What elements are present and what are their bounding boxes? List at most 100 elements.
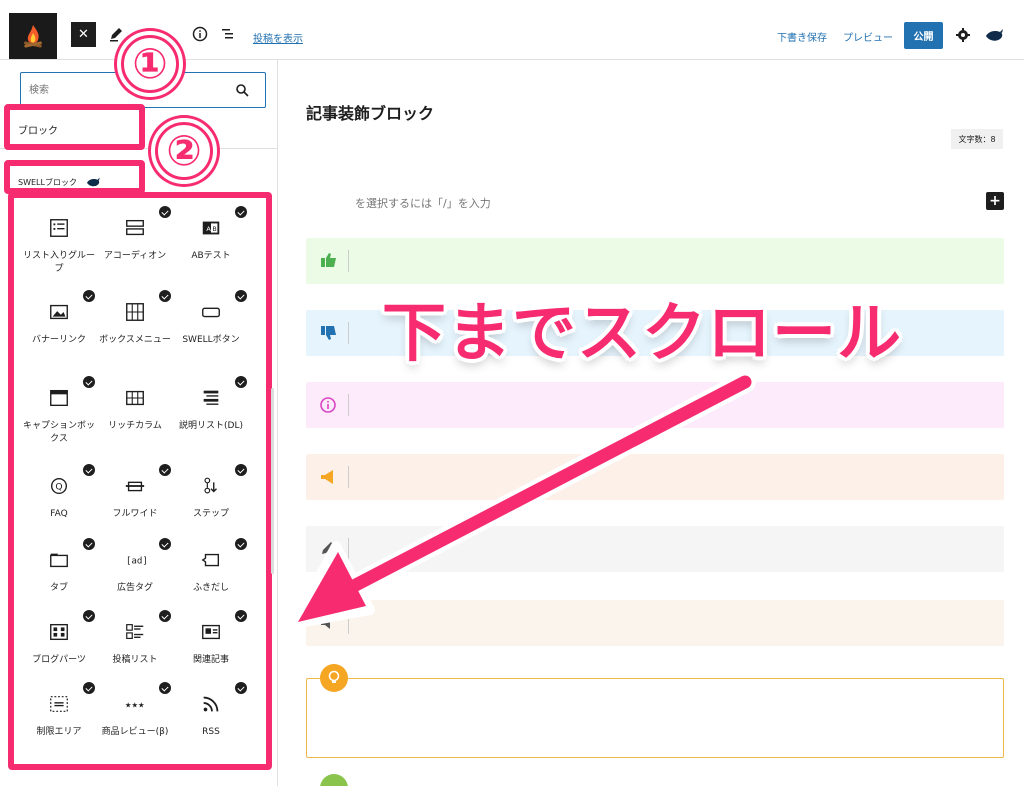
add-block-button[interactable]: + bbox=[986, 192, 1004, 210]
settings-gear-icon[interactable] bbox=[952, 24, 974, 46]
swell-badge-icon bbox=[159, 538, 171, 550]
swell-badge-icon bbox=[83, 464, 95, 476]
block-item[interactable]: RSS bbox=[172, 680, 250, 756]
block-item[interactable]: 投稿リスト bbox=[96, 608, 174, 684]
decorated-content-block[interactable] bbox=[306, 238, 1004, 284]
block-item-label: キャプションボックス bbox=[22, 421, 95, 444]
definition-list-icon bbox=[199, 386, 223, 410]
list-view-icon[interactable] bbox=[216, 22, 240, 46]
restricted-area-icon bbox=[47, 692, 71, 716]
swell-badge-icon bbox=[235, 682, 247, 694]
block-item[interactable]: タブ bbox=[20, 536, 98, 612]
related-post-icon bbox=[199, 620, 223, 644]
block-item[interactable]: ステップ bbox=[172, 462, 250, 538]
post-list-icon bbox=[123, 620, 147, 644]
character-count-badge: 文字数：8 bbox=[951, 129, 1003, 149]
block-separator bbox=[348, 322, 349, 344]
block-item-label: ABテスト bbox=[191, 251, 231, 261]
block-item-label: ステップ bbox=[192, 509, 229, 519]
ab-test-icon: AB bbox=[199, 216, 223, 240]
block-item[interactable]: フルワイド bbox=[96, 462, 174, 538]
preview-button[interactable]: プレビュー bbox=[843, 29, 893, 44]
swell-badge-icon bbox=[83, 610, 95, 622]
close-inserter-button[interactable]: ✕ bbox=[71, 22, 96, 47]
editor-screen: ✕ 投稿を表示 下書き保存 プレビュー 公開 ブロック SWELLブロック bbox=[0, 0, 1024, 786]
block-item[interactable]: リッチカラム bbox=[96, 374, 174, 450]
svg-text:★★★: ★★★ bbox=[125, 701, 145, 710]
info-icon[interactable] bbox=[188, 22, 212, 46]
block-item[interactable]: バナーリンク bbox=[20, 288, 98, 364]
swell-badge-icon bbox=[159, 206, 171, 218]
hint-block[interactable] bbox=[306, 678, 1004, 758]
tab-blocks[interactable]: ブロック bbox=[18, 122, 58, 137]
image-icon bbox=[47, 300, 71, 324]
thumbs-up-icon bbox=[318, 251, 338, 271]
block-item[interactable]: Q FAQ bbox=[20, 462, 98, 538]
block-separator bbox=[348, 250, 349, 272]
block-item[interactable]: ふきだし bbox=[172, 536, 250, 612]
block-item[interactable]: ブログパーツ bbox=[20, 608, 98, 684]
swell-badge-icon bbox=[83, 538, 95, 550]
block-item-label: 説明リスト(DL) bbox=[179, 421, 243, 431]
block-item-label: タブ bbox=[49, 583, 68, 593]
columns-icon bbox=[123, 386, 147, 410]
save-draft-button[interactable]: 下書き保存 bbox=[777, 29, 827, 44]
block-item[interactable]: 制限エリア bbox=[20, 680, 98, 756]
box-menu-icon bbox=[123, 300, 147, 324]
view-post-link[interactable]: 投稿を表示 bbox=[253, 30, 303, 45]
block-item[interactable]: ★★★ 商品レビュー(β) bbox=[96, 680, 174, 756]
faq-icon: Q bbox=[47, 474, 71, 498]
swell-logo-icon[interactable] bbox=[982, 24, 1006, 46]
block-item-label: SWELLボタン bbox=[182, 335, 240, 345]
post-title[interactable]: 記事装飾ブロック bbox=[306, 100, 434, 124]
annotation-number-1: ① bbox=[117, 31, 183, 97]
swell-logo-icon bbox=[86, 177, 100, 187]
annotation-number-2: ② bbox=[151, 118, 217, 184]
swell-badge-icon bbox=[235, 290, 247, 302]
scroll-direction-arrow bbox=[289, 371, 756, 629]
swell-badge-icon bbox=[235, 464, 247, 476]
button-icon bbox=[199, 300, 223, 324]
block-item[interactable]: [ad] 広告タグ bbox=[96, 536, 174, 612]
block-item[interactable]: キャプションボックス bbox=[20, 374, 98, 450]
publish-button[interactable]: 公開 bbox=[904, 22, 943, 49]
swell-badge-icon bbox=[235, 206, 247, 218]
block-item[interactable]: 関連記事 bbox=[172, 608, 250, 684]
block-item-label: アコーディオン bbox=[103, 251, 167, 261]
full-wide-icon bbox=[123, 474, 147, 498]
swell-badge-icon bbox=[159, 464, 171, 476]
block-item-label: ふきだし bbox=[192, 583, 229, 593]
block-item-label: 関連記事 bbox=[192, 655, 229, 665]
caption-box-icon bbox=[47, 386, 71, 410]
block-item-label: ボックスメニュー bbox=[99, 335, 171, 345]
scroll-down-annotation: 下までスクロール bbox=[382, 297, 902, 371]
review-icon: ★★★ bbox=[123, 692, 147, 716]
block-item-label: フルワイド bbox=[112, 509, 158, 519]
svg-text:[ad]: [ad] bbox=[126, 556, 146, 567]
search-icon bbox=[236, 84, 249, 97]
block-item[interactable]: ボックスメニュー bbox=[96, 288, 174, 364]
swell-badge-icon bbox=[83, 290, 95, 302]
step-icon bbox=[199, 474, 223, 498]
block-item-label: バナーリンク bbox=[31, 335, 86, 345]
svg-text:A: A bbox=[206, 225, 211, 233]
ad-tag-icon: [ad] bbox=[123, 548, 147, 572]
block-item[interactable]: A B ABテスト bbox=[172, 204, 250, 280]
swell-badge-icon bbox=[83, 682, 95, 694]
sidebar-scrollbar[interactable] bbox=[271, 388, 274, 574]
swell-block-section-header[interactable]: SWELLブロック bbox=[18, 176, 101, 188]
block-item[interactable]: SWELLボタン bbox=[172, 288, 250, 364]
block-item[interactable]: アコーディオン bbox=[96, 204, 174, 280]
swell-badge-icon bbox=[159, 610, 171, 622]
tab-icon bbox=[47, 548, 71, 572]
block-item-label: ブログパーツ bbox=[32, 655, 86, 665]
swell-badge-icon bbox=[159, 290, 171, 302]
block-item[interactable]: 説明リスト(DL) bbox=[172, 374, 250, 450]
block-item-label: 商品レビュー(β) bbox=[101, 727, 169, 737]
swell-badge-icon bbox=[159, 682, 171, 694]
block-placeholder-hint[interactable]: を選択するには「/」を入力 bbox=[355, 195, 491, 211]
site-logo-icon[interactable] bbox=[9, 13, 57, 59]
block-item-label: リスト入りグループ bbox=[22, 251, 95, 274]
block-item-label: 制限エリア bbox=[36, 727, 82, 737]
block-item[interactable]: リスト入りグループ bbox=[20, 204, 98, 280]
